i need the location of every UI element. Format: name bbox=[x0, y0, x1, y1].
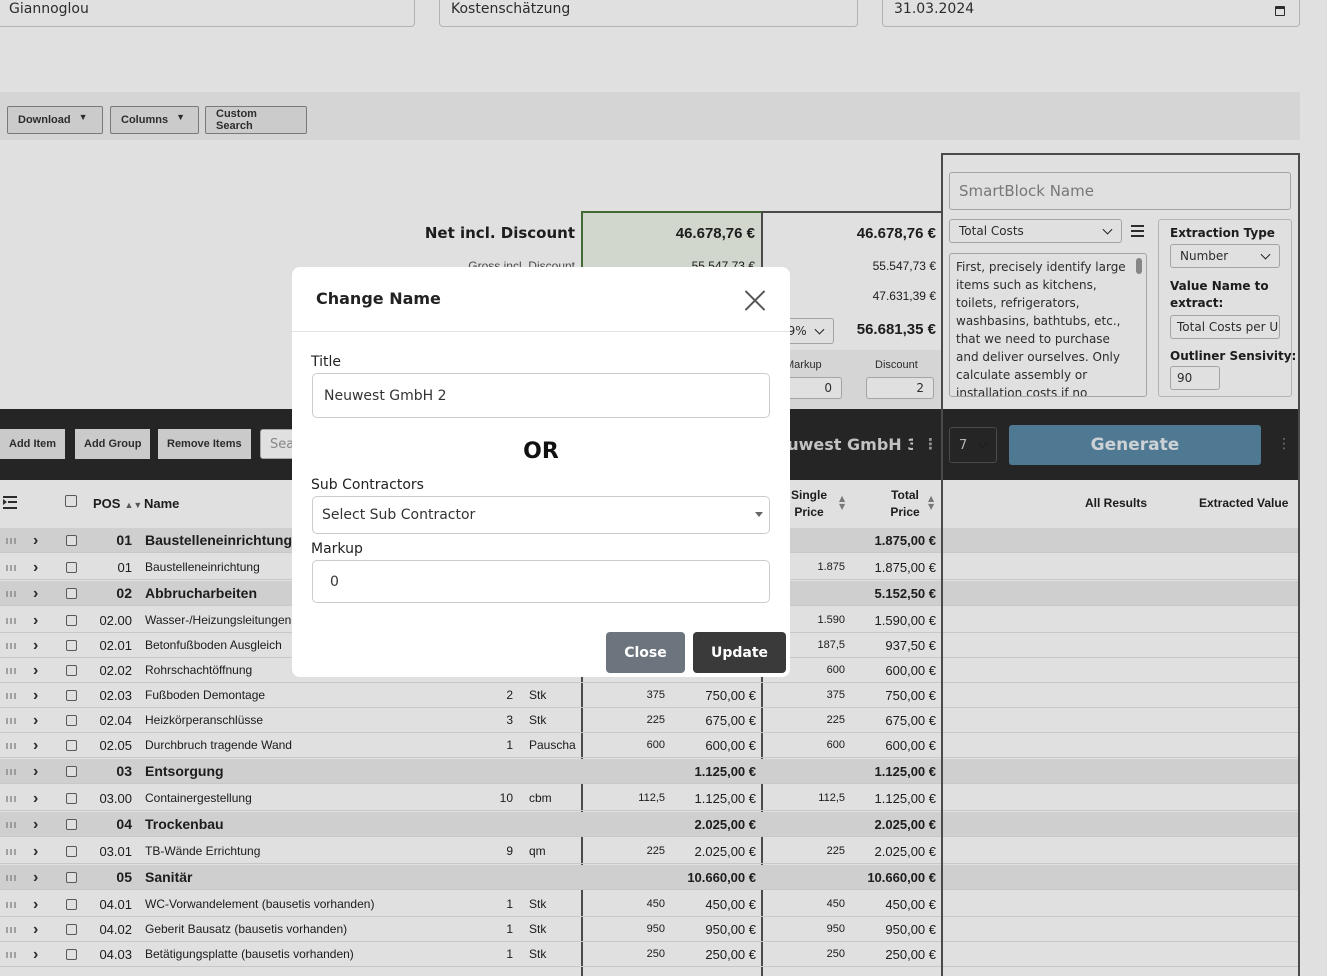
sub-contractor-placeholder: Select Sub Contractor bbox=[322, 507, 476, 523]
sub-contractors-label: Sub Contractors bbox=[311, 477, 424, 493]
title-label: Title bbox=[311, 354, 342, 370]
title-input-value: Neuwest GmbH 2 bbox=[324, 387, 447, 404]
title-input[interactable]: Neuwest GmbH 2 bbox=[312, 373, 770, 418]
update-button-label: Update bbox=[710, 644, 769, 661]
close-button[interactable]: Close bbox=[606, 632, 685, 673]
markup-label-modal: Markup bbox=[311, 541, 363, 557]
modal-title: Change Name bbox=[316, 289, 441, 308]
markup-input-modal[interactable]: 0 bbox=[312, 560, 770, 603]
markup-input-modal-value: 0 bbox=[330, 573, 339, 590]
change-name-modal: Change Name Title Neuwest GmbH 2 OR Sub … bbox=[292, 267, 790, 677]
update-button[interactable]: Update bbox=[693, 632, 786, 673]
sub-contractor-select[interactable]: Select Sub Contractor bbox=[312, 496, 770, 534]
modal-header-divider bbox=[292, 331, 790, 332]
close-icon[interactable] bbox=[744, 289, 766, 311]
caret-down-icon bbox=[755, 512, 763, 517]
or-divider-text: OR bbox=[523, 439, 559, 464]
close-button-label: Close bbox=[624, 644, 667, 661]
